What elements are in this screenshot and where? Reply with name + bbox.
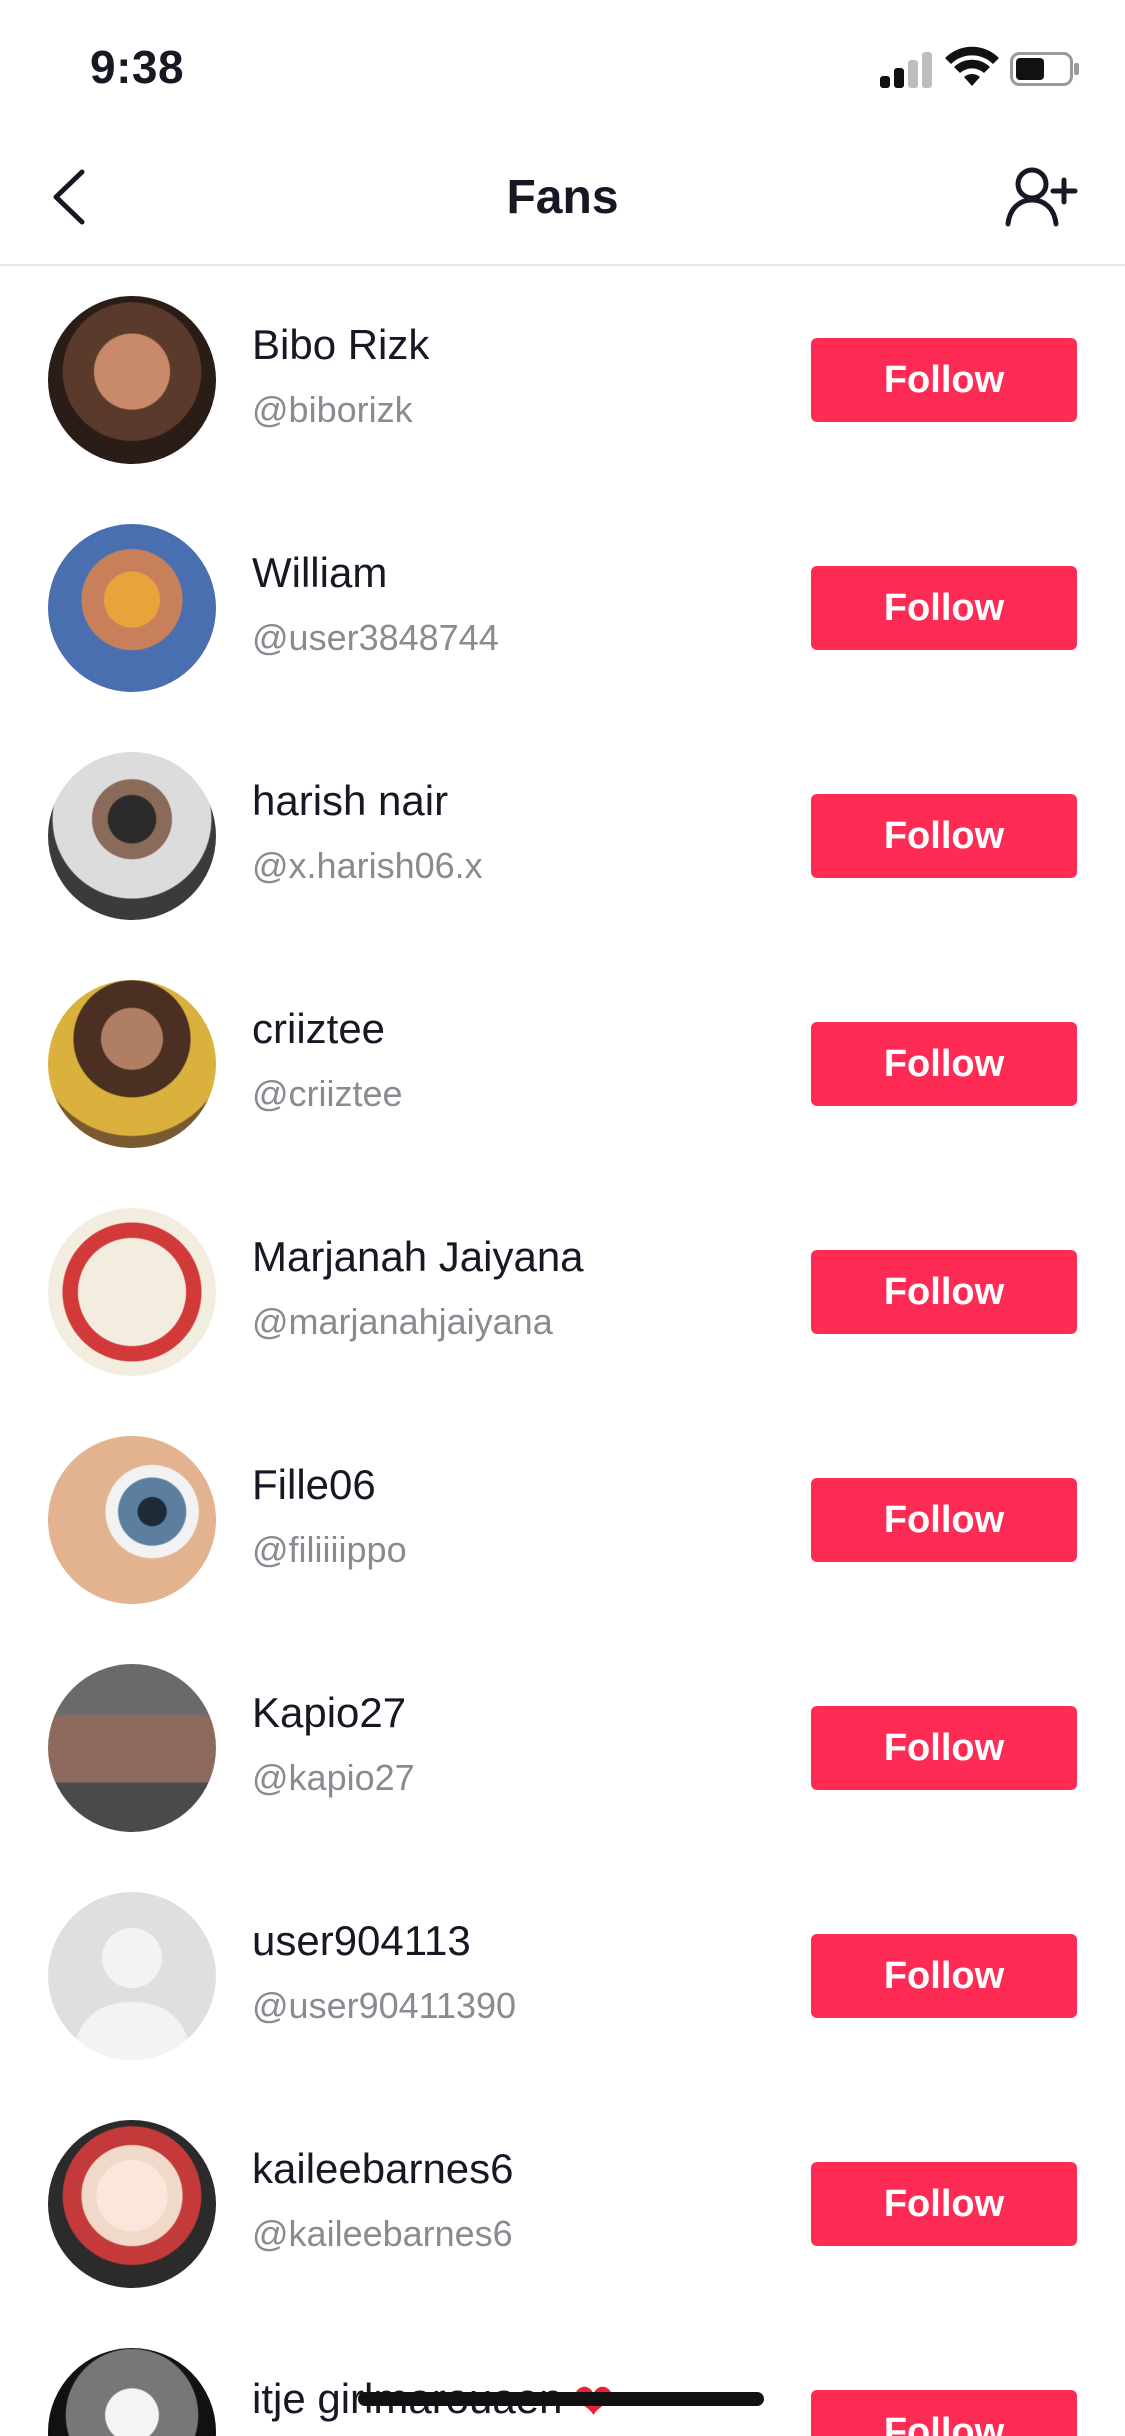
fan-name: Bibo Rizk xyxy=(252,321,430,368)
follow-button[interactable]: Follow xyxy=(811,1022,1077,1106)
fan-name: Fille06 xyxy=(252,1461,376,1508)
fan-row[interactable]: kaileebarnes6 @kaileebarnes6 Follow xyxy=(0,2090,1125,2318)
avatar[interactable] xyxy=(48,980,216,1148)
fan-handle: @user3848744 xyxy=(252,617,499,658)
fan-row[interactable]: Marjanah Jaiyana @marjanahjaiyana Follow xyxy=(0,1178,1125,1406)
fan-handle: @biborizk xyxy=(252,389,413,430)
avatar[interactable] xyxy=(48,1664,216,1832)
fan-name: William xyxy=(252,549,388,596)
fan-handle: @user90411390 xyxy=(252,1985,517,2026)
avatar[interactable] xyxy=(48,1436,216,1604)
wifi-icon xyxy=(945,46,999,86)
fan-handle: @kaileebarnes6 xyxy=(252,2213,513,2254)
avatar[interactable] xyxy=(48,1208,216,1376)
fan-handle: @kapio27 xyxy=(252,1757,415,1798)
fan-row[interactable]: Kapio27 @kapio27 Follow xyxy=(0,1634,1125,1862)
page-title: Fans xyxy=(506,171,619,224)
fan-row[interactable]: harish nair @x.harish06.x Follow xyxy=(0,722,1125,950)
fan-handle: @criiztee xyxy=(252,1073,403,1114)
home-indicator xyxy=(358,2392,764,2406)
avatar[interactable] xyxy=(48,2120,216,2288)
nav-bar: Fans xyxy=(0,132,1125,266)
fan-handle: @filiiiippo xyxy=(252,1529,407,1570)
avatar[interactable] xyxy=(48,296,216,464)
follow-button[interactable]: Follow xyxy=(811,1478,1077,1562)
avatar[interactable] xyxy=(48,524,216,692)
fan-name: harish nair xyxy=(252,777,449,824)
fan-row[interactable]: Bibo Rizk @biborizk Follow xyxy=(0,266,1125,494)
cellular-signal-icon xyxy=(880,52,932,88)
follow-button[interactable]: Follow xyxy=(811,1706,1077,1790)
fan-row[interactable]: Fille06 @filiiiippo Follow xyxy=(0,1406,1125,1634)
follow-button[interactable]: Follow xyxy=(811,566,1077,650)
follow-button[interactable]: Follow xyxy=(811,2162,1077,2246)
follow-button[interactable]: Follow xyxy=(811,1934,1077,2018)
add-user-icon[interactable] xyxy=(1000,158,1080,238)
default-avatar-icon[interactable] xyxy=(48,1892,216,2060)
fan-name: Marjanah Jaiyana xyxy=(252,1233,584,1280)
follow-button[interactable]: Follow xyxy=(811,1250,1077,1334)
status-bar: 9:38 xyxy=(0,0,1125,132)
battery-icon xyxy=(1010,52,1079,86)
follow-button[interactable]: Follow xyxy=(811,2390,1077,2436)
fan-row[interactable]: itje girlmarouaen❤ Follow xyxy=(0,2318,1125,2436)
fan-name: user904113 xyxy=(252,1917,471,1964)
fan-name: criiztee xyxy=(252,1005,386,1052)
follow-button[interactable]: Follow xyxy=(811,794,1077,878)
follow-button[interactable]: Follow xyxy=(811,338,1077,422)
status-time: 9:38 xyxy=(90,41,185,93)
fan-row[interactable]: William @user3848744 Follow xyxy=(0,494,1125,722)
fan-handle: @x.harish06.x xyxy=(252,845,483,886)
fan-name: Kapio27 xyxy=(252,1689,407,1736)
fan-handle: @marjanahjaiyana xyxy=(252,1301,553,1342)
fan-row[interactable]: criiztee @criiztee Follow xyxy=(0,950,1125,1178)
fan-name: kaileebarnes6 xyxy=(252,2145,514,2192)
avatar[interactable] xyxy=(48,2348,216,2436)
fan-row[interactable]: user904113 @user90411390 Follow xyxy=(0,1862,1125,2090)
fan-list: Bibo Rizk @biborizk Follow William @user… xyxy=(0,266,1125,2436)
avatar[interactable] xyxy=(48,752,216,920)
